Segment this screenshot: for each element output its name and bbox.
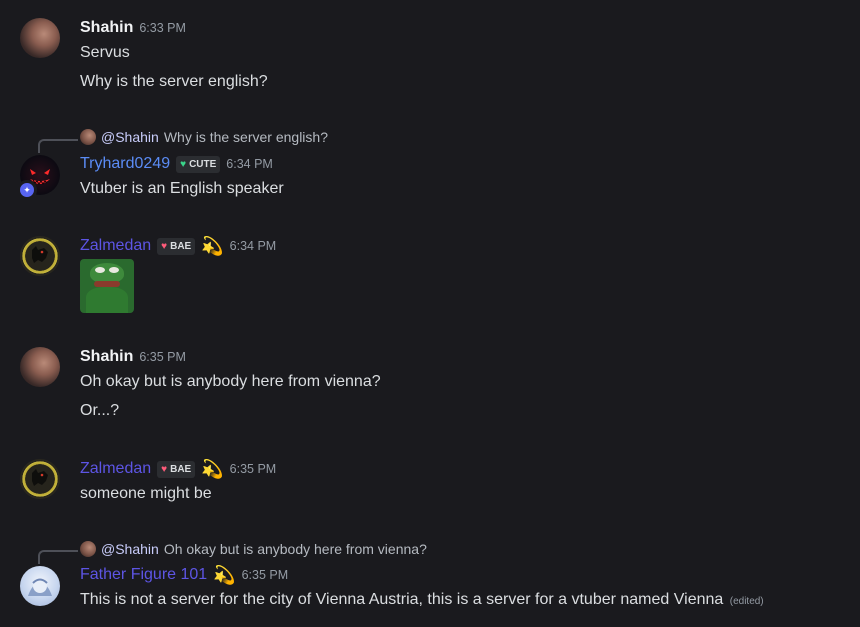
message-text: This is not a server for the city of Vie…	[80, 589, 764, 613]
reply-mention[interactable]: @Shahin	[101, 541, 159, 557]
reply-avatar	[80, 129, 96, 145]
timestamp[interactable]: 6:35 PM	[139, 350, 186, 364]
role-tag-label: BAE	[170, 240, 192, 252]
message-header: Zalmedan ♥ BAE 💫 6:34 PM	[80, 235, 276, 257]
reply-avatar	[80, 541, 96, 557]
reply-text: Oh okay but is anybody here from vienna?	[163, 541, 427, 557]
pepe-sticker[interactable]	[80, 259, 134, 313]
avatar[interactable]	[20, 347, 60, 387]
role-tag[interactable]: ♥ BAE	[157, 237, 196, 255]
timestamp[interactable]: 6:33 PM	[139, 21, 186, 35]
chat-message-list: Shahin 6:33 PM Servus Why is the server …	[0, 0, 860, 627]
heart-icon: ♥	[161, 240, 168, 252]
reply-preview[interactable]: @Shahin Why is the server english?	[80, 128, 328, 146]
reply-mention[interactable]: @Shahin	[101, 129, 159, 145]
message-body: This is not a server for the city of Vie…	[80, 591, 724, 608]
message-header: Tryhard0249 ♥ CUTE 6:34 PM	[80, 153, 273, 175]
avatar[interactable]	[20, 459, 60, 499]
message-text: Why is the server english?	[80, 73, 268, 90]
timestamp[interactable]: 6:35 PM	[242, 568, 289, 582]
message-text: Or...?	[80, 402, 120, 419]
role-tag-label: BAE	[170, 463, 192, 475]
message-header: Father Figure 101 💫 6:35 PM	[80, 564, 288, 586]
message-text: someone might be	[80, 485, 212, 502]
edited-label: (edited)	[729, 596, 764, 607]
reply-preview[interactable]: @Shahin Oh okay but is anybody here from…	[80, 540, 427, 558]
dizzy-emoji-icon: 💫	[201, 236, 224, 256]
username[interactable]: Shahin	[80, 348, 133, 366]
timestamp[interactable]: 6:34 PM	[230, 239, 277, 253]
reply-connector	[38, 139, 78, 153]
username[interactable]: Zalmedan	[80, 460, 151, 478]
wolf-emblem-icon	[32, 246, 48, 263]
username[interactable]: Shahin	[80, 19, 133, 37]
role-tag[interactable]: ♥ BAE	[157, 460, 196, 478]
username[interactable]: Tryhard0249	[80, 155, 170, 173]
reply-connector	[38, 550, 78, 564]
message-header: Shahin 6:35 PM	[80, 346, 186, 368]
message-header: Zalmedan ♥ BAE 💫 6:35 PM	[80, 458, 276, 480]
dizzy-emoji-icon: 💫	[201, 459, 224, 479]
timestamp[interactable]: 6:35 PM	[230, 462, 277, 476]
username[interactable]: Father Figure 101	[80, 566, 207, 584]
message-text: Oh okay but is anybody here from vienna?	[80, 373, 381, 390]
reply-text: Why is the server english?	[163, 129, 328, 145]
avatar[interactable]	[20, 18, 60, 58]
dizzy-emoji-icon: 💫	[213, 565, 236, 585]
wolf-emblem-icon	[32, 469, 48, 486]
timestamp[interactable]: 6:34 PM	[226, 157, 273, 171]
heart-icon: ♥	[180, 158, 187, 170]
heart-icon: ♥	[161, 463, 168, 475]
status-badge: ✦	[17, 180, 37, 200]
message-text: Servus	[80, 44, 130, 61]
role-tag[interactable]: ♥ CUTE	[176, 155, 221, 173]
anime-character-icon	[28, 578, 52, 596]
avatar[interactable]	[20, 236, 60, 276]
avatar[interactable]	[20, 566, 60, 606]
username[interactable]: Zalmedan	[80, 237, 151, 255]
message-text: Vtuber is an English speaker	[80, 180, 284, 197]
message-header: Shahin 6:33 PM	[80, 17, 186, 39]
role-tag-label: CUTE	[189, 158, 217, 170]
